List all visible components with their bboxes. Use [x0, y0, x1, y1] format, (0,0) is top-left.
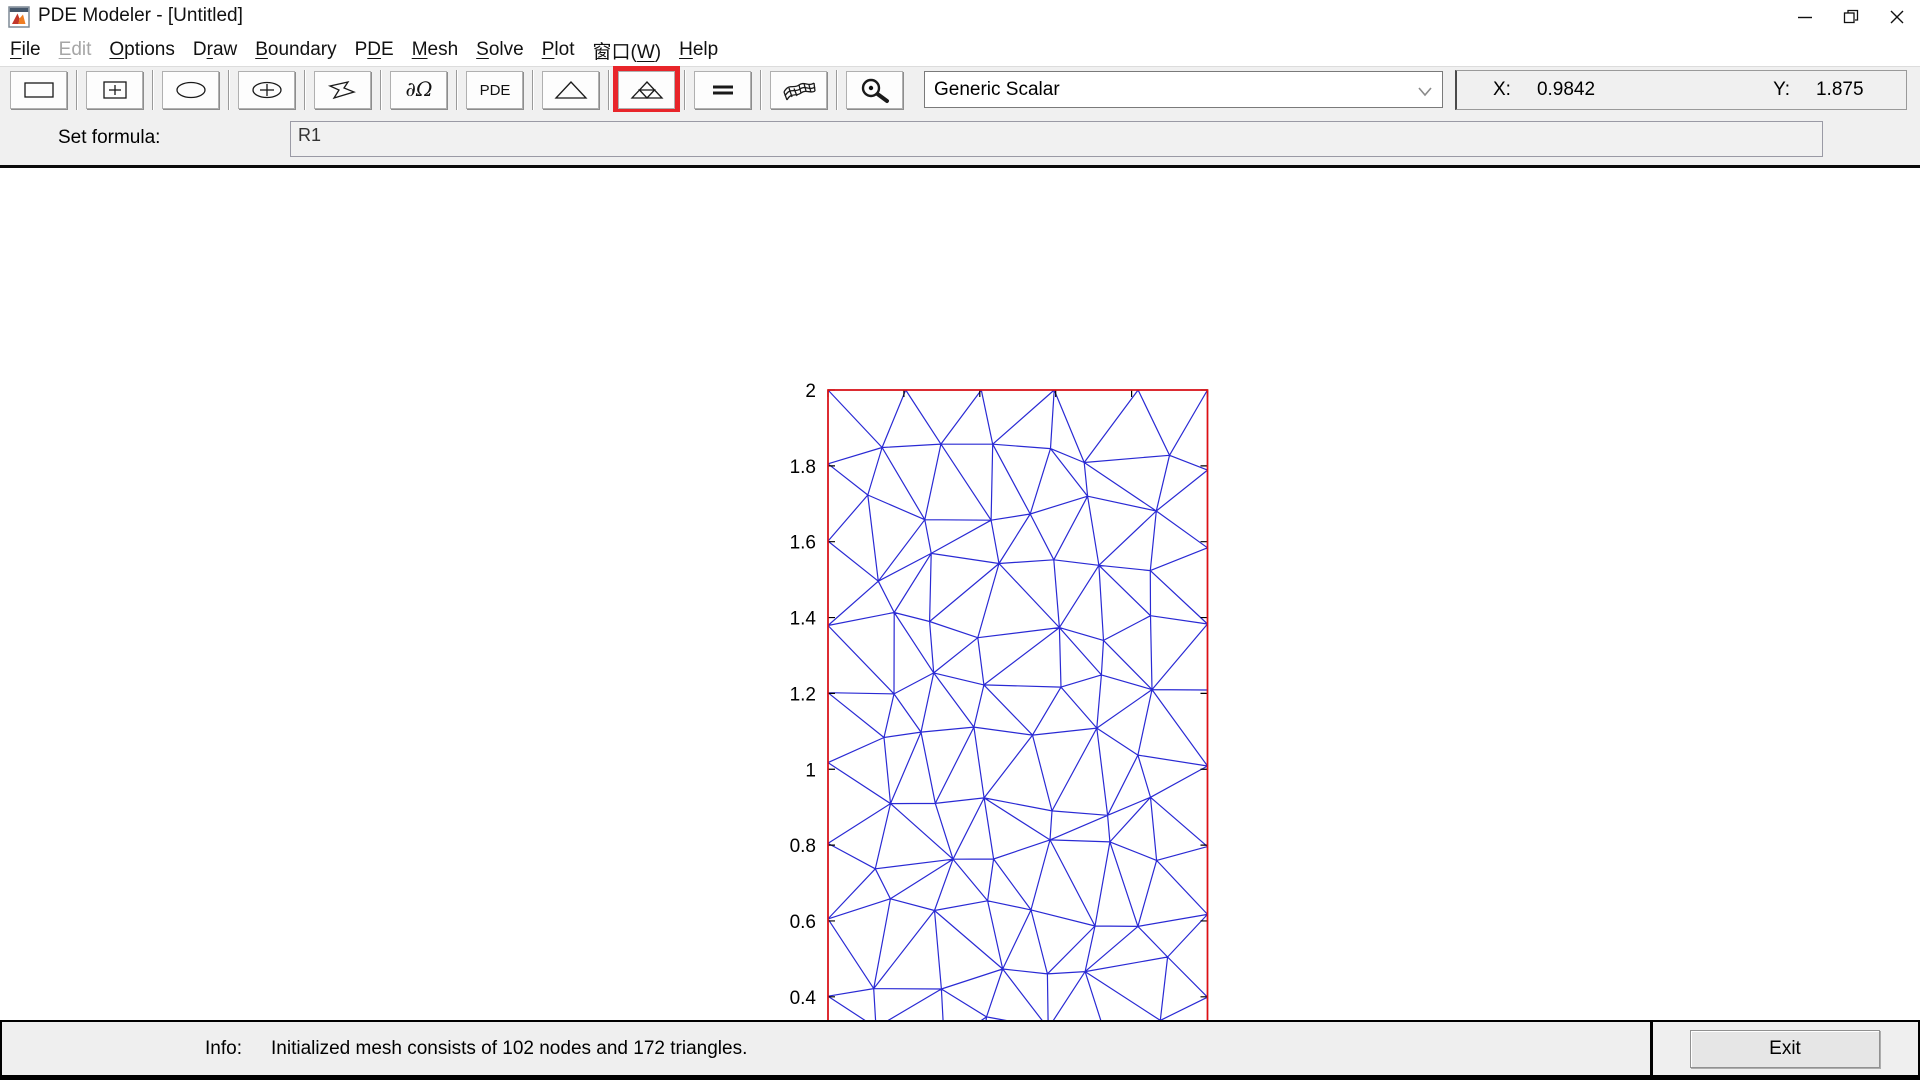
window-title: PDE Modeler - [Untitled] — [38, 5, 243, 27]
toolbar-draw-rectangle-centered-button[interactable] — [86, 71, 143, 109]
draw-rectangle-centered-icon — [96, 76, 134, 104]
y-tick-label: 2 — [805, 381, 816, 402]
exit-button-label: Exit — [1769, 1038, 1801, 1060]
menu-help[interactable]: Help — [679, 39, 718, 61]
toolbar-separator — [456, 70, 458, 110]
toolbar-draw-polygon-button[interactable] — [314, 71, 371, 109]
draw-rectangle-icon — [20, 76, 58, 104]
x-coordinate-label: X: — [1493, 79, 1511, 101]
menu-pde[interactable]: PDE — [355, 39, 394, 61]
plot-type-dropdown[interactable]: Generic Scalar — [924, 71, 1443, 108]
toolbar-separator — [228, 70, 230, 110]
title-bar: PDE Modeler - [Untitled] — [0, 0, 1920, 34]
menu-options[interactable]: Options — [109, 39, 174, 61]
set-formula-input[interactable]: R1 — [290, 121, 1823, 157]
info-label: Info: — [205, 1038, 242, 1060]
toolbar-refine-mesh-button[interactable] — [618, 71, 675, 109]
boundary-mode-icon: ∂Ω — [400, 76, 438, 104]
y-tick-label: 0.8 — [790, 836, 816, 857]
pde-mode-icon: PDE — [476, 76, 514, 104]
toolbar-separator — [152, 70, 154, 110]
toolbar: ∂Ω PDE Generic Scalar X: 0.9842 Y: 1.875 — [0, 66, 1920, 112]
minimize-icon — [1796, 8, 1814, 26]
toolbar-draw-ellipse-button[interactable] — [162, 71, 219, 109]
toolbar-separator — [760, 70, 762, 110]
toolbar-draw-rectangle-button[interactable] — [10, 71, 67, 109]
toolbar-separator — [304, 70, 306, 110]
toolbar-separator — [532, 70, 534, 110]
plot-solution-icon — [780, 76, 818, 104]
close-icon — [1888, 8, 1906, 26]
y-tick-label: 0.6 — [790, 912, 816, 933]
menu-edit[interactable]: Edit — [59, 39, 92, 61]
close-button[interactable] — [1874, 0, 1920, 34]
restore-icon — [1842, 8, 1860, 26]
mesh-triangles — [828, 390, 1208, 1080]
y-tick-label: 0.4 — [790, 988, 817, 1009]
draw-ellipse-icon — [172, 76, 210, 104]
svg-text:PDE: PDE — [479, 82, 510, 99]
x-coordinate-value: 0.9842 — [1537, 79, 1595, 101]
y-tick-label: 1.6 — [790, 533, 816, 554]
menu-draw[interactable]: Draw — [193, 39, 237, 61]
toolbar-pde-mode-button[interactable]: PDE — [466, 71, 523, 109]
minimize-button[interactable] — [1782, 0, 1828, 34]
y-tick-label: 1.2 — [790, 684, 816, 705]
toolbar-boundary-mode-button[interactable]: ∂Ω — [390, 71, 447, 109]
toolbar-separator — [380, 70, 382, 110]
y-coordinate-value: 1.875 — [1816, 79, 1864, 101]
toolbar-solve-pde-button[interactable] — [694, 71, 751, 109]
menu-plot[interactable]: Plot — [542, 39, 575, 61]
info-message: Initialized mesh consists of 102 nodes a… — [271, 1038, 747, 1060]
menu-solve[interactable]: Solve — [476, 39, 524, 61]
toolbar-separator — [76, 70, 78, 110]
chevron-down-icon — [1414, 80, 1436, 102]
status-bar: Info: Initialized mesh consists of 102 n… — [0, 1020, 1920, 1080]
toolbar-initialize-mesh-button[interactable] — [542, 71, 599, 109]
menu-bar: File Edit Options Draw Boundary PDE Mesh Solve P… — [0, 34, 1920, 66]
exit-button[interactable]: Exit — [1690, 1030, 1880, 1068]
toolbar-buttons: ∂Ω PDE — [10, 70, 903, 110]
y-coordinate-label: Y: — [1773, 79, 1790, 101]
plot-area: 00.20.40.60.8100.20.40.60.811.21.41.61.8… — [0, 168, 1920, 1020]
toolbar-plot-solution-button[interactable] — [770, 71, 827, 109]
draw-polygon-icon — [324, 76, 362, 104]
toolbar-zoom-button[interactable] — [846, 71, 903, 109]
draw-ellipse-centered-icon — [248, 76, 286, 104]
svg-text:∂Ω: ∂Ω — [405, 77, 432, 101]
set-formula-label: Set formula: — [58, 127, 160, 149]
menu-w[interactable]: 窗口(W) — [592, 37, 661, 64]
y-tick-label: 1.8 — [790, 457, 816, 478]
mesh-plot[interactable]: 00.20.40.60.8100.20.40.60.811.21.41.61.8… — [770, 368, 1250, 1080]
refine-mesh-icon — [628, 76, 666, 104]
initialize-mesh-icon — [552, 76, 590, 104]
solve-pde-icon — [704, 76, 742, 104]
cursor-coordinates-panel: X: 0.9842 Y: 1.875 — [1455, 70, 1907, 110]
zoom-icon — [856, 76, 894, 104]
toolbar-separator — [684, 70, 686, 110]
menu-boundary[interactable]: Boundary — [255, 39, 336, 61]
menu-file[interactable]: File — [10, 39, 41, 61]
y-tick-label: 1 — [805, 760, 816, 781]
toolbar-separator — [608, 70, 610, 110]
menu-mesh[interactable]: Mesh — [412, 39, 458, 61]
restore-button[interactable] — [1828, 0, 1874, 34]
toolbar-draw-ellipse-centered-button[interactable] — [238, 71, 295, 109]
y-tick-label: 1.4 — [790, 609, 817, 630]
plot-type-value: Generic Scalar — [934, 79, 1060, 101]
pde-modeler-window: PDE Modeler - [Untitled] File Edit Options… — [0, 0, 1920, 1080]
statusbar-divider — [1650, 1020, 1653, 1077]
formula-row: Set formula: R1 — [0, 112, 1920, 165]
matlab-app-icon — [8, 6, 30, 28]
toolbar-separator — [836, 70, 838, 110]
